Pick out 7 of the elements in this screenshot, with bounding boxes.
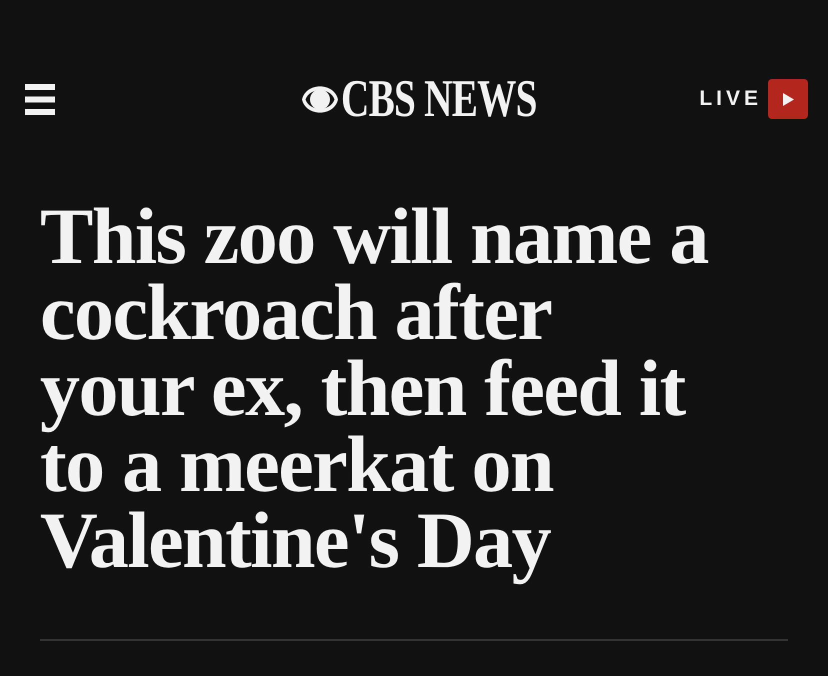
live-label: LIVE bbox=[699, 87, 762, 111]
headline: This zoo will name a cockroach after your ex, then feed it to a meerkat on Valentine's Day bbox=[40, 199, 708, 587]
play-button[interactable] bbox=[768, 79, 808, 119]
menu-button[interactable] bbox=[25, 84, 55, 114]
play-icon bbox=[782, 92, 794, 106]
logo-text: CBS NEWS bbox=[341, 78, 537, 120]
menu-icon bbox=[25, 84, 55, 114]
